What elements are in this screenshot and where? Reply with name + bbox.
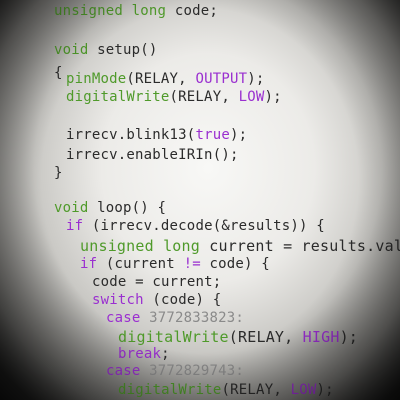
code-token: true [195,127,230,143]
code-token: (RELAY, [126,71,196,87]
code-token: void [54,42,89,58]
code-line: case 3772829743: [106,364,244,378]
code-line: digitalWrite(RELAY, LOW); [118,383,334,397]
code-token: irrecv.blink13( [66,127,196,143]
code-token: unsigned long [54,3,167,19]
code-line: digitalWrite(RELAY, LOW); [66,90,282,104]
code-token: digitalWrite [118,328,229,346]
code-line: { [54,66,63,80]
code-token: void [54,200,89,216]
code-token: case [106,363,141,379]
code-token: (RELAY, [228,328,303,346]
code-line: unsigned long code; [54,4,218,18]
code-token: irrecv.enableIRIn(); [66,147,239,163]
code-token: if [66,218,84,234]
code-token: ; [161,346,170,362]
code-line: switch (code) { [92,293,221,307]
code-line: if (irrecv.decode(&results)) { [66,219,325,233]
code-token: ); [339,328,359,346]
code-token: switch [92,292,144,308]
code-token: break [118,346,162,362]
code-token: current = results.value; [209,237,400,255]
code-token: code = current; [92,274,222,290]
code-line: irrecv.enableIRIn(); [66,148,239,162]
code-token: code) { [200,256,270,272]
code-token: 3772833823: [140,310,245,326]
code-token: (RELAY, [221,382,291,398]
code-line: void loop() { [54,201,166,215]
code-token: LOW [290,382,317,398]
code-line: code = current; [92,275,221,289]
code-line: digitalWrite(RELAY, HIGH); [118,330,358,345]
code-token: } [54,165,63,181]
code-token: { [54,65,63,81]
code-token: ); [264,89,282,105]
code-line: case 3772833823: [106,311,244,325]
code-token: HIGH [302,328,340,346]
code-line: void setup() [54,43,158,57]
code-line: } [54,166,63,180]
code-token: code; [166,3,218,19]
code-token: LOW [238,89,265,105]
code-line: break; [118,347,170,361]
code-token: case [106,310,141,326]
code-photo: unsigned long code; void setup() { pinMo… [0,0,400,400]
code-token: (current [97,256,184,272]
code-listing: unsigned long code; void setup() { pinMo… [0,0,400,400]
code-token: digitalWrite [66,89,170,105]
code-token: 3772829743: [140,363,245,379]
code-token: ); [316,382,334,398]
code-token: unsigned long [80,237,200,255]
code-token: (code) { [143,292,222,308]
code-line: pinMode(RELAY, OUTPUT); [66,72,264,86]
code-token: ); [247,71,265,87]
code-line: unsigned long current = results.value; [80,239,400,254]
code-line: if (current != code) { [80,257,270,271]
code-token: pinMode [66,71,127,87]
code-token: loop() { [88,200,167,216]
code-token: setup() [88,42,158,58]
code-token: OUTPUT [195,71,248,87]
code-token: (irrecv.decode(&results)) { [83,218,325,234]
code-token: digitalWrite [118,382,222,398]
code-token: if [80,256,98,272]
code-token: (RELAY, [169,89,239,105]
code-line: irrecv.blink13(true); [66,128,247,142]
code-token: != [183,256,201,272]
code-token: ); [229,127,248,143]
